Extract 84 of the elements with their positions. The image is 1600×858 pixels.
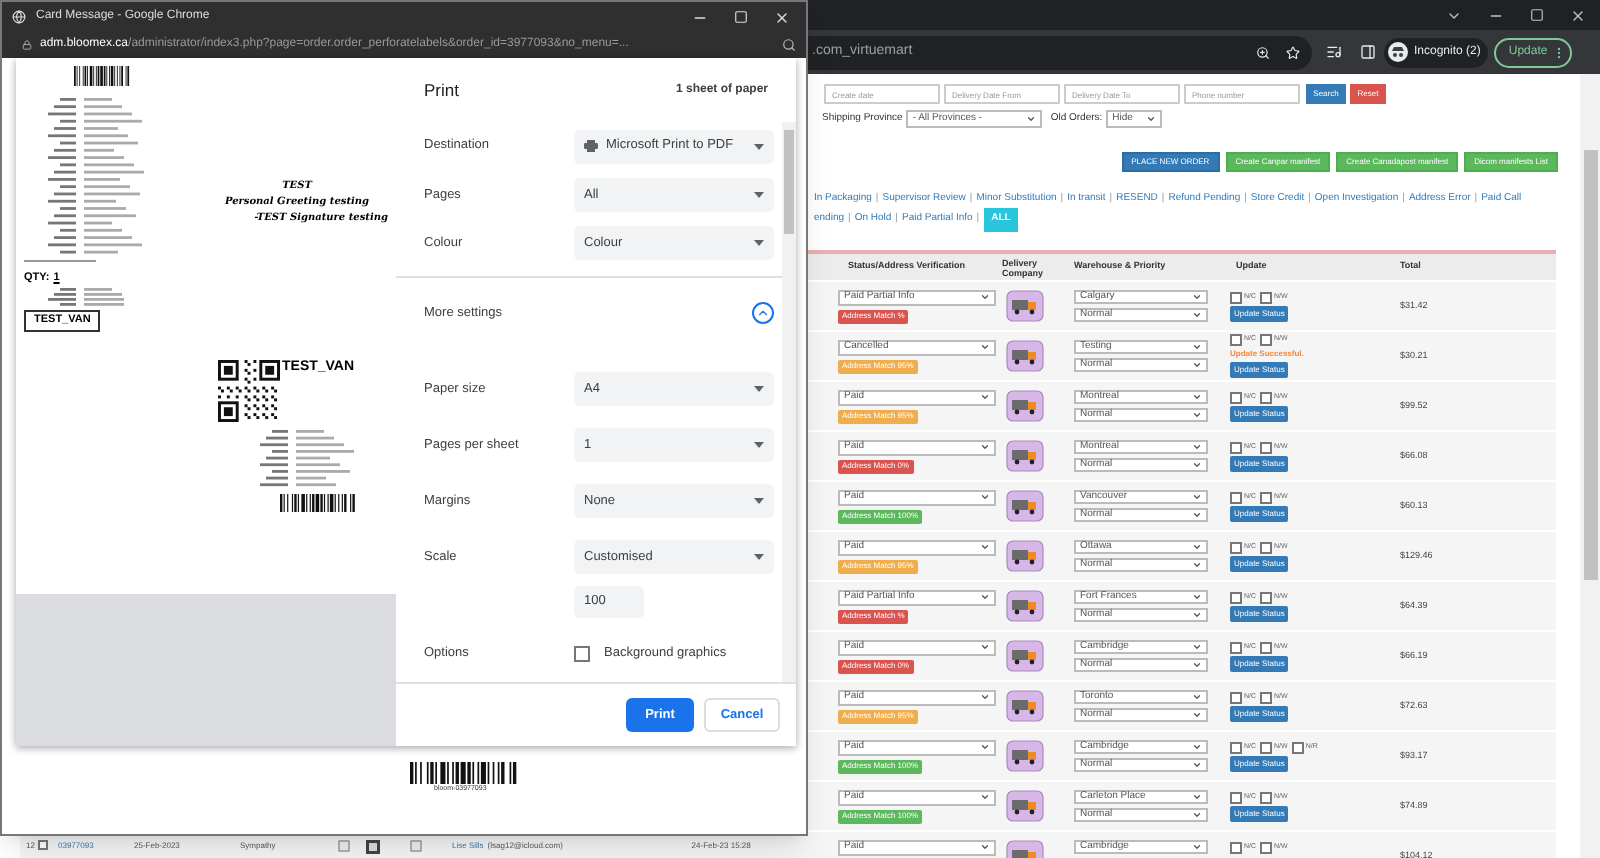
zoom-icon[interactable] — [1256, 45, 1270, 59]
barcode-drawing — [74, 66, 130, 86]
chevron-down-icon — [980, 492, 990, 502]
truck-icon — [1006, 340, 1044, 372]
checkbox[interactable] — [1230, 741, 1242, 753]
dropdown-arrow-icon — [754, 191, 764, 198]
qr-code-drawing — [218, 359, 280, 421]
close-icon[interactable] — [1570, 7, 1586, 23]
dropdown-arrow-icon — [754, 240, 764, 247]
truck-icon — [1006, 440, 1044, 472]
checkbox[interactable] — [1230, 841, 1242, 853]
chevron-down-icon — [980, 292, 990, 302]
chevron-up-icon — [756, 306, 770, 321]
chevron-down-icon — [1026, 114, 1037, 124]
chevron-down-icon — [980, 692, 990, 702]
truck-icon — [1006, 740, 1044, 772]
checkbox[interactable] — [1260, 441, 1273, 453]
dropdown-arrow-icon — [754, 386, 764, 393]
lock-icon — [22, 40, 32, 50]
checkbox[interactable] — [1230, 334, 1242, 346]
checkbox[interactable] — [1230, 691, 1242, 703]
scrollbar-thumb[interactable] — [1583, 150, 1597, 580]
chevron-down-icon — [980, 392, 990, 402]
card-icon — [410, 840, 422, 852]
dropdown-arrow-icon — [754, 498, 764, 505]
avatar-icon — [1388, 42, 1408, 62]
checkbox[interactable] — [1260, 291, 1273, 303]
barcode-drawing — [280, 493, 356, 511]
chevron-down-icon — [980, 592, 990, 602]
checkbox[interactable] — [1230, 591, 1242, 603]
checkbox[interactable] — [38, 840, 48, 850]
dialog-title: Print — [424, 77, 459, 103]
card-icon — [338, 840, 350, 852]
checkbox[interactable] — [1260, 491, 1273, 503]
checkbox[interactable] — [1230, 391, 1242, 403]
barcode-drawing — [410, 762, 518, 784]
note-icon — [366, 840, 380, 854]
checkbox[interactable] — [1230, 291, 1242, 303]
checkbox[interactable] — [1260, 541, 1273, 553]
maximize-icon[interactable] — [734, 10, 748, 24]
globe-icon — [12, 10, 26, 24]
checkbox[interactable] — [1230, 441, 1242, 453]
chevron-down-icon — [980, 342, 990, 352]
side-panel-icon[interactable] — [1360, 44, 1376, 60]
chevron-down-icon — [980, 792, 990, 802]
restore-icon[interactable] — [1530, 8, 1544, 22]
checkbox[interactable] — [1260, 841, 1273, 853]
checkbox[interactable] — [1260, 334, 1273, 346]
checkbox[interactable] — [1260, 391, 1273, 403]
checkbox[interactable] — [1230, 791, 1242, 803]
checkbox[interactable] — [1260, 691, 1273, 703]
truck-icon — [1006, 490, 1044, 522]
dropdown-arrow-icon — [754, 143, 764, 150]
truck-icon — [1006, 290, 1044, 322]
checkbox[interactable] — [1291, 741, 1304, 753]
checkbox[interactable] — [1230, 641, 1242, 653]
checkbox[interactable] — [1260, 641, 1273, 653]
checkbox[interactable] — [1260, 591, 1273, 603]
checkbox[interactable] — [1260, 741, 1273, 753]
chevron-down-icon — [980, 742, 990, 752]
truck-icon — [1006, 690, 1044, 722]
chevron-down-icon — [1192, 842, 1202, 852]
truck-icon — [1006, 790, 1044, 822]
chevron-down-icon — [980, 542, 990, 552]
chevron-down-icon — [980, 842, 990, 852]
checkbox[interactable] — [1260, 791, 1273, 803]
chevron-down-icon — [1146, 114, 1157, 124]
dropdown-arrow-icon — [754, 554, 764, 561]
dropdown-arrow-icon — [754, 442, 764, 449]
checkbox[interactable] — [574, 645, 590, 662]
truck-icon — [1006, 640, 1044, 672]
checkbox[interactable] — [1230, 491, 1242, 503]
star-icon[interactable] — [1286, 45, 1300, 59]
truck-icon — [1006, 390, 1044, 422]
scrollbar-thumb[interactable] — [784, 130, 794, 234]
printer-icon — [584, 140, 598, 153]
checkbox[interactable] — [1230, 541, 1242, 553]
close-icon[interactable] — [774, 9, 790, 25]
chevron-down-icon — [980, 442, 990, 452]
truck-icon — [1006, 540, 1044, 572]
search-icon[interactable] — [782, 38, 796, 52]
media-list-icon[interactable] — [1326, 44, 1342, 60]
truck-icon — [1006, 590, 1044, 622]
chevron-down-icon — [980, 642, 990, 652]
